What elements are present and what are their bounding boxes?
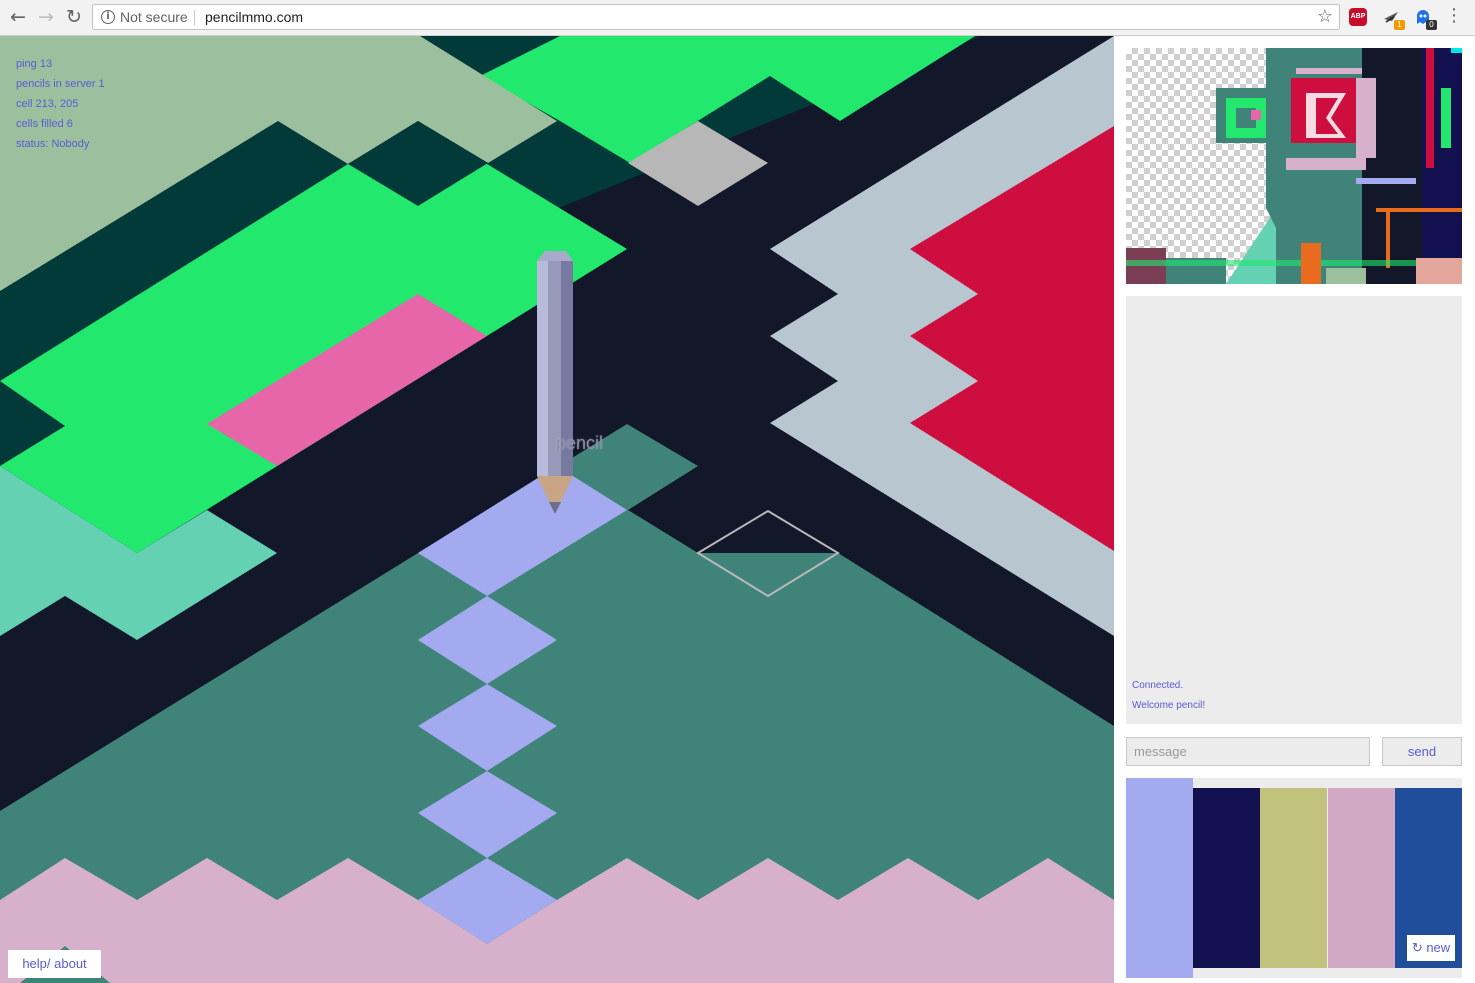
palette-swatch[interactable] <box>1260 788 1327 968</box>
game-canvas[interactable]: ping 13 pencils in server 1 cell 213, 20… <box>0 36 1114 983</box>
cells-filled: cells filled 6 <box>16 118 73 130</box>
extension-badge: 0 <box>1426 20 1437 30</box>
palette-swatch[interactable] <box>1193 788 1260 968</box>
browser-toolbar: ← → ↻ i Not secure pencilmmo.com ☆ ABP 1… <box>0 0 1475 36</box>
palette-swatch[interactable] <box>1328 788 1395 968</box>
extension-ghost-icon[interactable]: 0 <box>1414 8 1437 30</box>
address-bar[interactable]: i Not secure pencilmmo.com ☆ <box>92 4 1340 30</box>
cell-coordinates: cell 213, 205 <box>16 98 79 110</box>
minimap[interactable] <box>1126 48 1462 284</box>
send-button[interactable]: send <box>1382 737 1462 766</box>
extension-plane-icon[interactable]: 1 <box>1382 8 1405 30</box>
reload-icon[interactable]: ↻ <box>62 5 86 29</box>
ping-readout: ping 13 <box>16 58 53 70</box>
new-palette-button[interactable]: ↻ new <box>1407 935 1455 961</box>
color-palette: ↻ new <box>1126 778 1462 978</box>
message-input[interactable]: message <box>1126 737 1370 766</box>
palette-swatch[interactable] <box>1126 778 1193 978</box>
back-arrow-icon[interactable]: ← <box>6 5 30 29</box>
side-panel: Connected. Welcome pencil! message send … <box>1114 36 1475 983</box>
status-readout: status: Nobody <box>16 138 90 150</box>
chat-message: Connected. <box>1132 680 1184 691</box>
help-about-button[interactable]: help/ about <box>8 950 101 978</box>
chat-log: Connected. Welcome pencil! <box>1126 296 1462 724</box>
player-name-label: pencil <box>556 433 604 453</box>
browser-menu-icon[interactable]: ⋮ <box>1445 5 1463 26</box>
extension-badge: 1 <box>1394 20 1405 30</box>
pencil-avatar <box>537 251 573 514</box>
chat-message: Welcome pencil! <box>1132 700 1206 711</box>
security-label[interactable]: Not secure <box>120 9 188 25</box>
isometric-board[interactable] <box>0 36 1114 983</box>
url-separator <box>194 10 195 25</box>
bookmark-star-icon[interactable]: ☆ <box>1317 6 1333 27</box>
pencils-count: pencils in server 1 <box>16 78 105 90</box>
forward-arrow-icon[interactable]: → <box>34 5 58 29</box>
info-icon[interactable]: i <box>101 10 115 24</box>
adblock-icon[interactable]: ABP <box>1349 8 1367 26</box>
url-text[interactable]: pencilmmo.com <box>205 9 303 25</box>
stats-overlay: ping 13 pencils in server 1 cell 213, 20… <box>16 54 105 154</box>
